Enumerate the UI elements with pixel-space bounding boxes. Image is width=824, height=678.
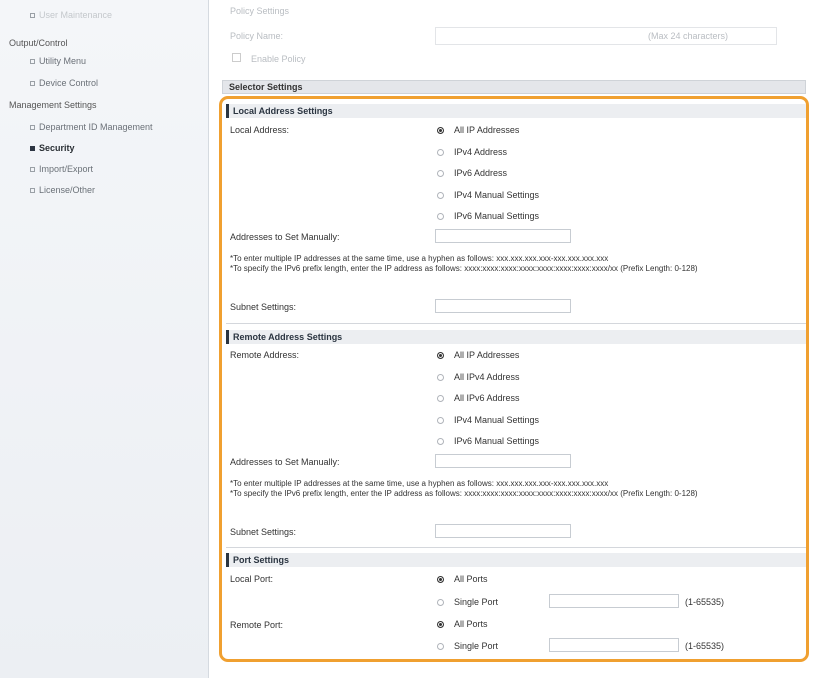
local-subnet-input[interactable] <box>435 299 571 313</box>
divider <box>226 547 806 548</box>
sidebar-item-label: Utility Menu <box>39 56 87 66</box>
sidebar-item-label: Import/Export <box>39 164 94 174</box>
sidebar-item-license-other[interactable]: License/Other <box>30 185 95 195</box>
sidebar-item-label: Security <box>39 143 75 153</box>
remote-note-hyphen: *To enter multiple IP addresses at the s… <box>230 479 609 488</box>
sidebar-item-user-maintenance[interactable]: User Maintenance <box>30 10 112 20</box>
radio-icon[interactable] <box>437 191 444 199</box>
radio-icon[interactable] <box>437 438 444 446</box>
bullet-icon <box>30 59 35 65</box>
option-label: All Ports <box>454 619 488 629</box>
local-address-option[interactable]: All IP Addresses <box>437 125 519 135</box>
local-note-hyphen: *To enter multiple IP addresses at the s… <box>230 254 609 263</box>
remote-subnet-label: Subnet Settings: <box>230 527 297 537</box>
sidebar-item-device-control[interactable]: Device Control <box>30 78 98 88</box>
enable-policy-label: Enable Policy <box>251 54 306 64</box>
local-manual-address-input[interactable] <box>435 229 571 243</box>
local-port-range-hint: (1-65535) <box>685 597 725 607</box>
sidebar-item-label: Department ID Management <box>39 122 153 132</box>
bullet-icon <box>30 188 35 194</box>
local-address-settings-header: Local Address Settings <box>226 104 806 118</box>
sidebar-nav: User Maintenance Output/Control Utility … <box>0 0 209 678</box>
sidebar-item-label: User Maintenance <box>39 10 113 20</box>
local-note-prefix: *To specify the IPv6 prefix length, ente… <box>230 264 698 273</box>
remote-note-prefix: *To specify the IPv6 prefix length, ente… <box>230 489 698 498</box>
local-port-label: Local Port: <box>230 574 274 584</box>
enable-policy-checkbox[interactable] <box>232 53 241 62</box>
radio-selected-icon[interactable] <box>437 127 444 135</box>
option-label: All Ports <box>454 574 488 584</box>
option-label: IPv4 Address <box>454 146 508 157</box>
radio-selected-icon[interactable] <box>437 621 444 629</box>
option-label: Single Port <box>454 641 499 651</box>
option-label: All IPv4 Address <box>454 371 520 382</box>
radio-icon[interactable] <box>437 599 444 607</box>
radio-selected-icon[interactable] <box>437 576 444 584</box>
radio-icon[interactable] <box>437 213 444 221</box>
sidebar-item-label: Device Control <box>39 78 99 88</box>
remote-address-option[interactable]: All IPv4 Address <box>437 372 520 382</box>
remote-port-label: Remote Port: <box>230 620 284 630</box>
radio-icon[interactable] <box>437 416 444 424</box>
option-label: IPv4 Manual Settings <box>454 189 540 200</box>
bullet-icon <box>30 125 35 131</box>
radio-selected-icon[interactable] <box>437 352 444 360</box>
remote-address-option[interactable]: IPv6 Manual Settings <box>437 436 539 446</box>
remote-manual-address-input[interactable] <box>435 454 571 468</box>
remote-subnet-input[interactable] <box>435 524 571 538</box>
remote-address-label: Remote Address: <box>230 350 300 360</box>
local-port-single-option[interactable]: Single Port <box>437 597 498 607</box>
policy-name-label: Policy Name: <box>230 31 284 41</box>
remote-manual-label: Addresses to Set Manually: <box>230 457 340 467</box>
radio-icon[interactable] <box>437 395 444 403</box>
local-subnet-label: Subnet Settings: <box>230 302 297 312</box>
local-address-option[interactable]: IPv4 Address <box>437 147 507 157</box>
sidebar-group-output-control[interactable]: Output/Control <box>9 38 68 48</box>
sidebar-group-label: Output/Control <box>9 38 68 48</box>
local-single-port-input[interactable] <box>549 594 679 608</box>
remote-address-settings-header: Remote Address Settings <box>226 330 806 344</box>
bullet-icon <box>30 146 35 152</box>
sidebar-group-label: Management Settings <box>9 100 97 110</box>
option-label: IPv6 Manual Settings <box>454 211 540 221</box>
local-address-option[interactable]: IPv4 Manual Settings <box>437 190 539 200</box>
sidebar-item-security[interactable]: Security <box>30 143 75 153</box>
remote-address-option[interactable]: All IP Addresses <box>437 350 519 360</box>
local-address-label: Local Address: <box>230 125 290 135</box>
remote-single-port-input[interactable] <box>549 638 679 652</box>
sidebar-item-import-export[interactable]: Import/Export <box>30 164 93 174</box>
local-port-all-option[interactable]: All Ports <box>437 574 488 584</box>
bullet-icon <box>30 167 35 173</box>
option-label: All IP Addresses <box>454 350 520 360</box>
option-label: All IPv6 Address <box>454 393 520 403</box>
bullet-icon <box>30 81 35 87</box>
option-label: Single Port <box>454 597 499 607</box>
divider <box>226 323 806 324</box>
local-address-option[interactable]: IPv6 Manual Settings <box>437 211 539 221</box>
option-label: IPv4 Manual Settings <box>454 414 540 425</box>
policy-settings-header: Policy Settings <box>230 6 290 16</box>
port-settings-header: Port Settings <box>226 553 806 567</box>
remote-address-option[interactable]: IPv4 Manual Settings <box>437 415 539 425</box>
option-label: IPv6 Manual Settings <box>454 436 540 446</box>
radio-icon[interactable] <box>437 643 444 651</box>
remote-port-range-hint: (1-65535) <box>685 641 725 651</box>
bullet-icon <box>30 13 35 19</box>
option-label: All IP Addresses <box>454 125 520 135</box>
local-address-option[interactable]: IPv6 Address <box>437 168 507 178</box>
radio-icon[interactable] <box>437 170 444 178</box>
policy-name-hint: (Max 24 characters) <box>648 31 729 41</box>
radio-icon[interactable] <box>437 148 444 156</box>
remote-port-all-option[interactable]: All Ports <box>437 619 488 629</box>
local-manual-label: Addresses to Set Manually: <box>230 232 340 242</box>
option-label: IPv6 Address <box>454 168 508 178</box>
remote-port-single-option[interactable]: Single Port <box>437 641 498 651</box>
remote-address-option[interactable]: All IPv6 Address <box>437 393 520 403</box>
sidebar-item-utility-menu[interactable]: Utility Menu <box>30 56 86 66</box>
selector-settings-header: Selector Settings <box>222 80 806 94</box>
sidebar-group-management-settings[interactable]: Management Settings <box>9 100 97 110</box>
sidebar-item-department-id[interactable]: Department ID Management <box>30 122 153 132</box>
radio-icon[interactable] <box>437 373 444 381</box>
sidebar-item-label: License/Other <box>39 185 96 195</box>
